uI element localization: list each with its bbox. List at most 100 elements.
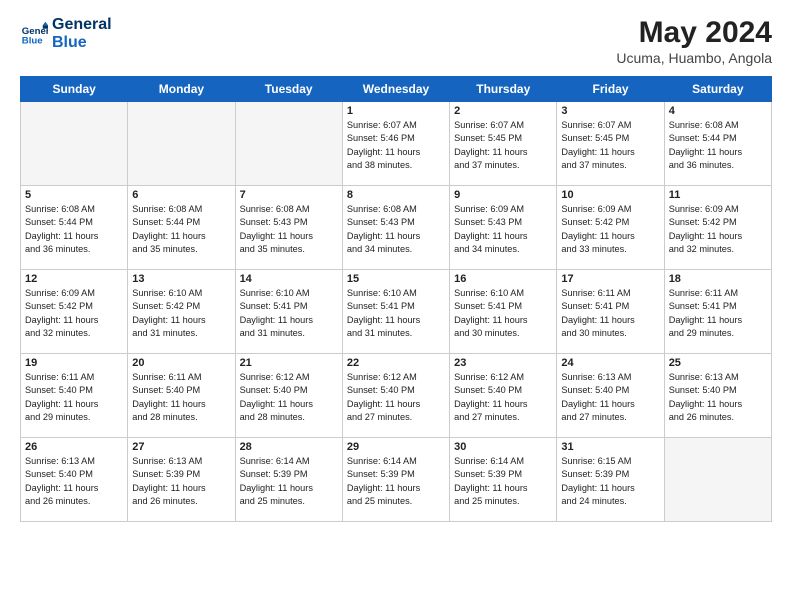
- weekday-header-saturday: Saturday: [664, 77, 771, 102]
- day-info: Sunrise: 6:11 AMSunset: 5:40 PMDaylight:…: [25, 371, 123, 424]
- day-number: 30: [454, 441, 552, 453]
- day-info: Sunrise: 6:13 AMSunset: 5:39 PMDaylight:…: [132, 455, 230, 508]
- calendar-cell: 25 Sunrise: 6:13 AMSunset: 5:40 PMDayligh…: [664, 354, 771, 438]
- calendar-cell: 29 Sunrise: 6:14 AMSunset: 5:39 PMDayligh…: [342, 438, 449, 522]
- day-info: Sunrise: 6:09 AMSunset: 5:42 PMDaylight:…: [25, 287, 123, 340]
- day-info: Sunrise: 6:13 AMSunset: 5:40 PMDaylight:…: [669, 371, 767, 424]
- day-info: Sunrise: 6:12 AMSunset: 5:40 PMDaylight:…: [454, 371, 552, 424]
- calendar-cell: 23 Sunrise: 6:12 AMSunset: 5:40 PMDayligh…: [450, 354, 557, 438]
- calendar-cell: [21, 102, 128, 186]
- day-number: 16: [454, 273, 552, 285]
- main-title: May 2024: [616, 16, 772, 50]
- day-number: 25: [669, 357, 767, 369]
- day-number: 19: [25, 357, 123, 369]
- calendar-cell: 18Sunrise: 6:11 AMSunset: 5:41 PMDayligh…: [664, 270, 771, 354]
- day-info: Sunrise: 6:08 AMSunset: 5:44 PMDaylight:…: [25, 203, 123, 256]
- calendar-cell: 19 Sunrise: 6:11 AMSunset: 5:40 PMDayligh…: [21, 354, 128, 438]
- day-info: Sunrise: 6:08 AMSunset: 5:43 PMDaylight:…: [347, 203, 445, 256]
- day-number: 20: [132, 357, 230, 369]
- week-row-4: 19 Sunrise: 6:11 AMSunset: 5:40 PMDayligh…: [21, 354, 772, 438]
- day-number: 5: [25, 189, 123, 201]
- svg-text:Blue: Blue: [22, 35, 43, 46]
- day-info: Sunrise: 6:08 AMSunset: 5:44 PMDaylight:…: [669, 119, 767, 172]
- calendar-table: SundayMondayTuesdayWednesdayThursdayFrid…: [20, 76, 772, 522]
- day-number: 13: [132, 273, 230, 285]
- day-info: Sunrise: 6:13 AMSunset: 5:40 PMDaylight:…: [25, 455, 123, 508]
- week-row-1: 1 Sunrise: 6:07 AMSunset: 5:46 PMDaylight…: [21, 102, 772, 186]
- day-number: 28: [240, 441, 338, 453]
- weekday-header-sunday: Sunday: [21, 77, 128, 102]
- day-number: 21: [240, 357, 338, 369]
- calendar-cell: 20 Sunrise: 6:11 AMSunset: 5:40 PMDayligh…: [128, 354, 235, 438]
- day-info: Sunrise: 6:09 AMSunset: 5:42 PMDaylight:…: [561, 203, 659, 256]
- calendar-cell: 14 Sunrise: 6:10 AMSunset: 5:41 PMDayligh…: [235, 270, 342, 354]
- day-info: Sunrise: 6:14 AMSunset: 5:39 PMDaylight:…: [454, 455, 552, 508]
- calendar-cell: 4 Sunrise: 6:08 AMSunset: 5:44 PMDaylight…: [664, 102, 771, 186]
- day-number: 12: [25, 273, 123, 285]
- day-number: 23: [454, 357, 552, 369]
- week-row-2: 5 Sunrise: 6:08 AMSunset: 5:44 PMDaylight…: [21, 186, 772, 270]
- calendar-cell: 27 Sunrise: 6:13 AMSunset: 5:39 PMDayligh…: [128, 438, 235, 522]
- week-row-3: 12 Sunrise: 6:09 AMSunset: 5:42 PMDayligh…: [21, 270, 772, 354]
- day-info: Sunrise: 6:07 AMSunset: 5:45 PMDaylight:…: [561, 119, 659, 172]
- day-info: Sunrise: 6:14 AMSunset: 5:39 PMDaylight:…: [240, 455, 338, 508]
- day-info: Sunrise: 6:11 AMSunset: 5:41 PMDaylight:…: [561, 287, 659, 340]
- calendar-cell: 24 Sunrise: 6:13 AMSunset: 5:40 PMDayligh…: [557, 354, 664, 438]
- calendar-cell: 8 Sunrise: 6:08 AMSunset: 5:43 PMDaylight…: [342, 186, 449, 270]
- day-number: 4: [669, 105, 767, 117]
- calendar-cell: 12 Sunrise: 6:09 AMSunset: 5:42 PMDayligh…: [21, 270, 128, 354]
- calendar-cell: 28 Sunrise: 6:14 AMSunset: 5:39 PMDayligh…: [235, 438, 342, 522]
- day-number: 14: [240, 273, 338, 285]
- day-number: 1: [347, 105, 445, 117]
- title-block: May 2024 Ucuma, Huambo, Angola: [616, 16, 772, 66]
- day-number: 10: [561, 189, 659, 201]
- logo: General Blue General Blue: [20, 16, 112, 51]
- calendar-cell: 26Sunrise: 6:13 AMSunset: 5:40 PMDayligh…: [21, 438, 128, 522]
- header: General Blue General Blue May 2024 Ucuma…: [20, 16, 772, 66]
- calendar-cell: 31 Sunrise: 6:15 AMSunset: 5:39 PMDayligh…: [557, 438, 664, 522]
- day-number: 24: [561, 357, 659, 369]
- day-info: Sunrise: 6:09 AMSunset: 5:42 PMDaylight:…: [669, 203, 767, 256]
- calendar-page: General Blue General Blue May 2024 Ucuma…: [0, 0, 792, 612]
- day-number: 7: [240, 189, 338, 201]
- day-number: 6: [132, 189, 230, 201]
- logo-icon: General Blue: [20, 20, 48, 48]
- day-info: Sunrise: 6:15 AMSunset: 5:39 PMDaylight:…: [561, 455, 659, 508]
- weekday-header-tuesday: Tuesday: [235, 77, 342, 102]
- day-info: Sunrise: 6:14 AMSunset: 5:39 PMDaylight:…: [347, 455, 445, 508]
- calendar-cell: 3 Sunrise: 6:07 AMSunset: 5:45 PMDaylight…: [557, 102, 664, 186]
- calendar-cell: 13 Sunrise: 6:10 AMSunset: 5:42 PMDayligh…: [128, 270, 235, 354]
- day-info: Sunrise: 6:09 AMSunset: 5:43 PMDaylight:…: [454, 203, 552, 256]
- day-info: Sunrise: 6:10 AMSunset: 5:42 PMDaylight:…: [132, 287, 230, 340]
- day-info: Sunrise: 6:13 AMSunset: 5:40 PMDaylight:…: [561, 371, 659, 424]
- day-info: Sunrise: 6:10 AMSunset: 5:41 PMDaylight:…: [240, 287, 338, 340]
- calendar-cell: 5 Sunrise: 6:08 AMSunset: 5:44 PMDaylight…: [21, 186, 128, 270]
- calendar-cell: 7 Sunrise: 6:08 AMSunset: 5:43 PMDaylight…: [235, 186, 342, 270]
- weekday-header-friday: Friday: [557, 77, 664, 102]
- day-info: Sunrise: 6:12 AMSunset: 5:40 PMDaylight:…: [347, 371, 445, 424]
- day-number: 11: [669, 189, 767, 201]
- day-number: 3: [561, 105, 659, 117]
- day-number: 31: [561, 441, 659, 453]
- logo-general: General: [52, 16, 112, 34]
- day-number: 8: [347, 189, 445, 201]
- weekday-header-wednesday: Wednesday: [342, 77, 449, 102]
- day-info: Sunrise: 6:11 AMSunset: 5:41 PMDaylight:…: [669, 287, 767, 340]
- day-info: Sunrise: 6:10 AMSunset: 5:41 PMDaylight:…: [347, 287, 445, 340]
- calendar-cell: [235, 102, 342, 186]
- calendar-cell: 22Sunrise: 6:12 AMSunset: 5:40 PMDayligh…: [342, 354, 449, 438]
- day-number: 27: [132, 441, 230, 453]
- calendar-cell: 11 Sunrise: 6:09 AMSunset: 5:42 PMDayligh…: [664, 186, 771, 270]
- weekday-header-monday: Monday: [128, 77, 235, 102]
- day-number: 29: [347, 441, 445, 453]
- calendar-cell: 15 Sunrise: 6:10 AMSunset: 5:41 PMDayligh…: [342, 270, 449, 354]
- day-info: Sunrise: 6:07 AMSunset: 5:46 PMDaylight:…: [347, 119, 445, 172]
- day-number: 15: [347, 273, 445, 285]
- day-number: 9: [454, 189, 552, 201]
- weekday-header-row: SundayMondayTuesdayWednesdayThursdayFrid…: [21, 77, 772, 102]
- calendar-cell: 6Sunrise: 6:08 AMSunset: 5:44 PMDaylight…: [128, 186, 235, 270]
- calendar-cell: 10 Sunrise: 6:09 AMSunset: 5:42 PMDayligh…: [557, 186, 664, 270]
- day-info: Sunrise: 6:12 AMSunset: 5:40 PMDaylight:…: [240, 371, 338, 424]
- day-info: Sunrise: 6:11 AMSunset: 5:40 PMDaylight:…: [132, 371, 230, 424]
- day-info: Sunrise: 6:08 AMSunset: 5:43 PMDaylight:…: [240, 203, 338, 256]
